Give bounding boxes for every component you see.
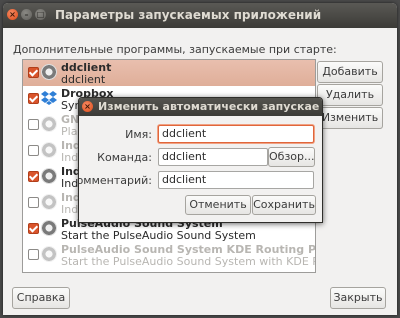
gear-icon [41,246,57,262]
cancel-button[interactable]: Отменить [185,195,251,215]
startup-programs-label: Дополнительные программы, запускаемые пр… [13,43,337,56]
window-minimize-button[interactable]: – [21,9,32,20]
item-description: Ind [61,203,79,216]
item-description: Ind [61,177,79,190]
gear-icon [41,220,57,236]
item-description: Start the PulseAudio Sound System with K… [61,255,315,268]
gear-icon [41,116,57,132]
item-description: Pla [61,125,78,138]
enable-checkbox[interactable] [28,249,39,260]
gear-icon [41,64,57,80]
dialog-close-button[interactable]: × [82,101,93,112]
command-label: Команда: [97,151,152,164]
item-description: Ind [61,151,79,164]
window-title: Параметры запускаемых приложений [55,8,322,22]
dialog-title: Изменить автоматически запускаемую про [98,100,320,113]
save-button[interactable]: Сохранить [252,195,316,215]
enable-checkbox[interactable] [28,171,39,182]
enable-checkbox[interactable] [28,67,39,78]
comment-field[interactable]: ddclient [158,171,314,189]
gear-icon [41,168,57,184]
dropbox-icon [41,91,57,105]
enable-checkbox[interactable] [28,197,39,208]
dialog-titlebar[interactable]: × Изменить автоматически запускаемую про [79,98,322,116]
remove-button[interactable]: Удалить [317,84,383,106]
close-button[interactable]: Закрыть [330,287,386,309]
browse-button[interactable]: Обзор... [268,147,315,167]
edit-startup-program-dialog: × Изменить автоматически запускаемую про… [78,97,323,223]
item-description: ddclient [61,73,106,86]
comment-label: Комментарий: [78,174,152,187]
window-titlebar[interactable]: × – □ Параметры запускаемых приложений [3,3,397,28]
name-label: Имя: [125,128,152,141]
enable-checkbox[interactable] [28,223,39,234]
name-field[interactable]: ddclient [158,125,314,143]
gear-icon [41,194,57,210]
edit-button[interactable]: Изменить [317,107,383,129]
list-item[interactable]: ddclient ddclient [23,60,315,86]
gear-icon [41,142,57,158]
add-button[interactable]: Добавить [317,61,383,83]
enable-checkbox[interactable] [28,93,39,104]
enable-checkbox[interactable] [28,145,39,156]
window-maximize-button[interactable]: □ [35,9,46,20]
item-description: Start the PulseAudio Sound System [61,229,256,242]
enable-checkbox[interactable] [28,119,39,130]
window-close-button[interactable]: × [7,9,18,20]
list-item[interactable]: PulseAudio Sound System KDE Routing Poli… [23,242,315,268]
help-button[interactable]: Справка [12,287,70,309]
command-field[interactable]: ddclient [158,148,268,166]
